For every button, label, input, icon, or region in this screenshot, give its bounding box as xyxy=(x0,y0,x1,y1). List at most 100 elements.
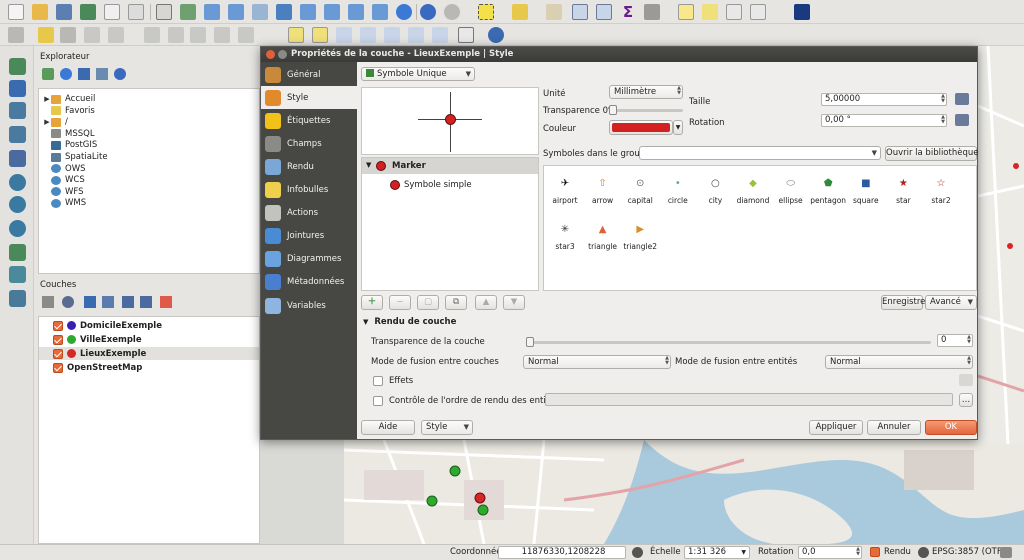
effects-checkbox[interactable] xyxy=(373,376,383,386)
nav-item[interactable]: Variables xyxy=(261,294,357,317)
label-tool-icon[interactable] xyxy=(288,27,304,43)
show-bookmarks-icon[interactable] xyxy=(726,4,742,20)
minimize-window-icon[interactable] xyxy=(278,50,287,59)
symbol-library-item[interactable]: ▶ triangle2 xyxy=(621,216,659,260)
blend-layers-combo[interactable]: Normal ▲ ▼ xyxy=(523,355,671,369)
new-layout-icon[interactable] xyxy=(104,4,120,20)
open-project-icon[interactable] xyxy=(32,4,48,20)
nav-item[interactable]: Général xyxy=(261,63,357,86)
new-project-icon[interactable] xyxy=(8,4,24,20)
expand-all-icon[interactable] xyxy=(122,296,134,308)
zoom-out-icon[interactable] xyxy=(228,4,244,20)
symbol-library-item[interactable]: ▲ triangle xyxy=(584,216,622,260)
data-defined-override-icon[interactable] xyxy=(955,114,969,126)
map-tips-icon[interactable] xyxy=(678,4,694,20)
zoom-last-icon[interactable] xyxy=(348,4,364,20)
symbol-library-item[interactable]: ◆ diamond xyxy=(734,170,772,214)
save-as-icon[interactable] xyxy=(80,4,96,20)
browser-item[interactable]: MSSQL xyxy=(39,128,95,140)
crs-icon[interactable] xyxy=(918,547,929,558)
pan-to-selection-icon[interactable] xyxy=(180,4,196,20)
expand-arrow-icon[interactable]: ▶ xyxy=(43,118,51,126)
effects-config-icon[interactable] xyxy=(959,374,973,386)
csw-icon[interactable] xyxy=(458,27,474,43)
render-section-header[interactable]: ▼ Rendu de couche xyxy=(363,317,456,327)
browser-item[interactable]: Favoris xyxy=(39,105,95,117)
unit-combo[interactable]: Millimètre ▲ ▼ xyxy=(609,85,683,99)
field-calculator-icon[interactable] xyxy=(596,4,612,20)
layer-transparency-input[interactable]: 0 ▲ ▼ xyxy=(937,334,973,347)
layer-item[interactable]: LieuxExemple xyxy=(39,347,259,360)
collapse-all-icon[interactable] xyxy=(96,68,108,80)
tree-row-simple-marker[interactable]: Symbole simple xyxy=(362,178,538,192)
statistics-icon[interactable]: Σ xyxy=(620,4,636,20)
delete-selected-icon[interactable] xyxy=(168,27,184,43)
pin-labels-icon[interactable] xyxy=(336,27,352,43)
nav-item[interactable]: Actions xyxy=(261,202,357,225)
lock-layer-button[interactable]: ▢ xyxy=(417,295,439,310)
nav-item[interactable]: Diagrammes xyxy=(261,248,357,271)
current-edits-icon[interactable] xyxy=(8,27,24,43)
crs-label[interactable]: EPSG:3857 (OTF) xyxy=(932,547,1005,557)
filter-legend-icon[interactable] xyxy=(84,296,96,308)
deselect-icon[interactable] xyxy=(546,4,562,20)
save-symbol-button[interactable]: Enregistrer xyxy=(881,295,929,310)
add-selected-layers-icon[interactable] xyxy=(42,68,54,80)
move-down-button[interactable]: ▼ xyxy=(503,295,525,310)
apply-button[interactable]: Appliquer xyxy=(809,420,863,435)
symbol-library-item[interactable]: ⇧ arrow xyxy=(584,170,622,214)
group-combo[interactable]: ▼ xyxy=(639,146,881,160)
cancel-button[interactable]: Annuler xyxy=(867,420,921,435)
add-delimited-text-icon[interactable] xyxy=(9,244,26,261)
order-by-expression-input[interactable] xyxy=(545,393,953,406)
save-project-icon[interactable] xyxy=(56,4,72,20)
layer-visibility-checkbox[interactable] xyxy=(53,320,63,331)
nav-item[interactable]: Métadonnées xyxy=(261,271,357,294)
rotation-status-field[interactable]: 0,0 ▲ ▼ xyxy=(798,546,862,559)
remove-symbol-layer-button[interactable]: − xyxy=(389,295,411,310)
move-feature-icon[interactable] xyxy=(108,27,124,43)
add-symbol-layer-button[interactable]: ＋ xyxy=(361,295,383,310)
cut-features-icon[interactable] xyxy=(190,27,206,43)
color-button[interactable] xyxy=(609,120,673,135)
ok-button[interactable]: OK xyxy=(925,420,977,435)
measure-icon[interactable] xyxy=(644,4,660,20)
order-by-edit-button[interactable]: … xyxy=(959,393,973,407)
nav-item[interactable]: Jointures xyxy=(261,225,357,248)
open-styling-icon[interactable] xyxy=(42,296,54,308)
advanced-combo[interactable]: Avancé ▼ xyxy=(925,295,977,310)
actions-icon[interactable] xyxy=(444,4,460,20)
layer-transparency-slider[interactable] xyxy=(526,337,931,347)
highlight-label-icon[interactable] xyxy=(312,27,328,43)
size-input[interactable]: 5,00000 ▲ ▼ xyxy=(821,93,947,106)
add-spatialite-layer-icon[interactable] xyxy=(9,126,26,143)
attribute-table-icon[interactable] xyxy=(572,4,588,20)
paste-features-icon[interactable] xyxy=(238,27,254,43)
color-menu-button[interactable]: ▼ xyxy=(673,120,683,135)
browser-item[interactable]: WFS xyxy=(39,186,84,198)
tree-row-marker[interactable]: ▼ Marker xyxy=(362,158,538,174)
symbol-library-item[interactable]: ⊙ capital xyxy=(621,170,659,214)
symbol-library-item[interactable]: • circle xyxy=(659,170,697,214)
nav-item[interactable]: Infobulles xyxy=(261,179,357,202)
add-raster-layer-icon[interactable] xyxy=(9,80,26,97)
show-hide-labels-icon[interactable] xyxy=(360,27,376,43)
messages-icon[interactable] xyxy=(1000,547,1012,558)
collapse-all-layers-icon[interactable] xyxy=(140,296,152,308)
move-label-icon[interactable] xyxy=(384,27,400,43)
zoom-in-icon[interactable] xyxy=(204,4,220,20)
rotation-input[interactable]: 0,00 ° ▲ ▼ xyxy=(821,114,947,127)
close-window-icon[interactable] xyxy=(266,50,275,59)
new-shapefile-icon[interactable] xyxy=(9,290,26,307)
layer-item[interactable]: DomicileExemple xyxy=(39,319,259,332)
nav-item[interactable]: Style xyxy=(261,86,357,110)
layer-item[interactable]: VilleExemple xyxy=(39,333,259,346)
move-up-button[interactable]: ▲ xyxy=(475,295,497,310)
manage-visibility-icon[interactable] xyxy=(62,296,74,308)
add-wfs-layer-icon[interactable] xyxy=(9,220,26,237)
toggle-editing-icon[interactable] xyxy=(38,27,54,43)
zoom-next-icon[interactable] xyxy=(372,4,388,20)
browser-item[interactable]: ▶ Accueil xyxy=(39,93,95,105)
new-bookmark-icon[interactable] xyxy=(702,4,718,20)
map-canvas-right[interactable] xyxy=(978,46,1024,444)
